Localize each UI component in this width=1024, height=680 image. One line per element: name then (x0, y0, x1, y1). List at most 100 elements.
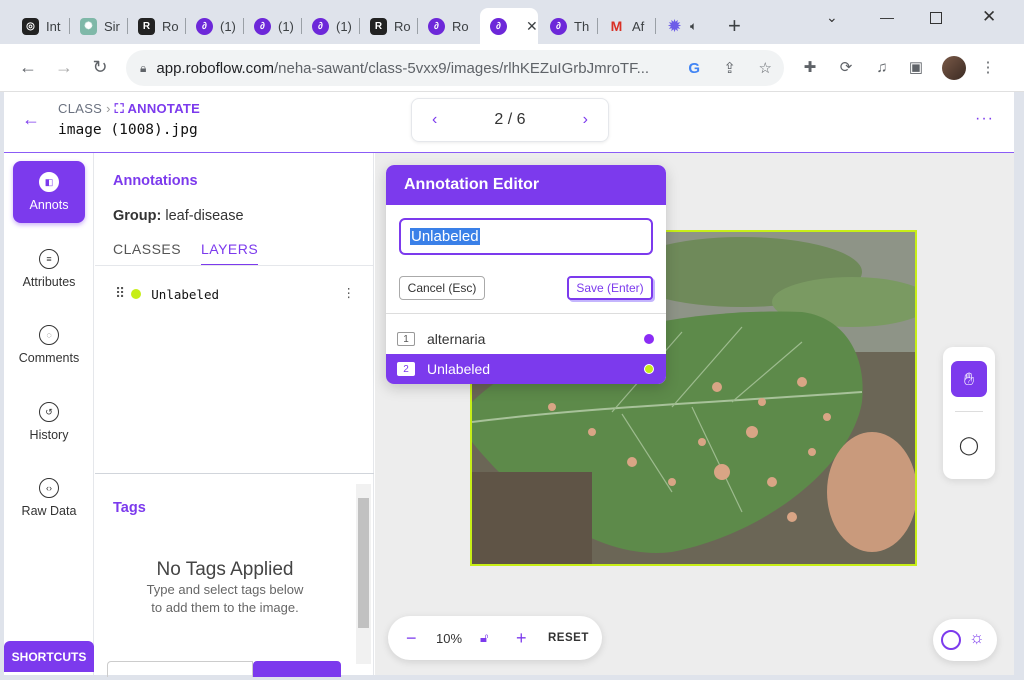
annotations-panel: Annotations Group: leaf-disease CLASSES … (95, 153, 374, 677)
forward-arrow-icon[interactable]: → (52, 55, 76, 79)
image-pager: ‹ 2 / 6 › (411, 98, 609, 142)
browser-tab[interactable]: ∂ Ro (418, 8, 478, 44)
menu-dots-icon[interactable]: ⋮ (978, 57, 998, 77)
add-tag-button[interactable] (253, 661, 341, 677)
star-icon[interactable]: ☆ (759, 59, 772, 77)
annotate-icon: ⛶ (114, 101, 125, 116)
chevron-right-icon[interactable]: › (583, 111, 588, 129)
close-icon[interactable]: ✕ (526, 18, 538, 35)
browser-tab[interactable]: R Ro (128, 8, 186, 44)
back-arrow-icon[interactable]: ← (16, 55, 40, 79)
breadcrumb: CLASS › ⛶ ANNOTATE (58, 101, 201, 116)
maximize-icon[interactable] (930, 12, 942, 24)
theme-toggle: ☼ (933, 619, 997, 661)
browser-tab[interactable]: ◎ Int (12, 8, 70, 44)
reset-zoom-button[interactable]: RESET (548, 632, 589, 644)
browser-tab[interactable]: ∂ (1) (302, 8, 360, 44)
divider (386, 313, 666, 314)
save-button[interactable]: Save (Enter) (567, 276, 653, 300)
sparkle-icon: ✹ (668, 18, 681, 35)
class-color-dot (131, 289, 142, 299)
sidebar-item-attributes[interactable]: ≡ Attributes (13, 238, 85, 300)
r-favicon-icon: R (370, 17, 387, 35)
shortcuts-button[interactable]: SHORTCUTS (4, 641, 94, 672)
scrollbar[interactable] (356, 484, 371, 664)
browser-tab[interactable]: M Af (598, 8, 656, 44)
tab-classes[interactable]: CLASSES (113, 241, 181, 257)
comment-icon[interactable]: ◯ (951, 427, 987, 463)
sidebar-item-history[interactable]: ↺ History (13, 391, 85, 453)
extension-icon[interactable]: ⟳ (836, 57, 856, 77)
lock-icon: 🔒︎ (140, 60, 147, 75)
share-icon[interactable]: ⇪ (723, 59, 736, 77)
browser-tab-strip: ◎ Int ✺ Sir R Ro ∂ (1) ∂ (1) ∂ (1) R Ro ∂ Ro ∂ ✕ … (0, 0, 1024, 44)
roboflow-icon: ∂ (254, 17, 271, 35)
annotations-icon: ◧ (39, 172, 59, 192)
drag-handle-icon[interactable]: ⠿ (115, 286, 125, 302)
tab-layers[interactable]: LAYERS (201, 241, 259, 266)
browser-toolbar: ← → ↻ 🔒︎ app.roboflow.com/neha-sawant/cl… (0, 44, 1024, 92)
browser-tab[interactable]: ✺ Sir (70, 8, 128, 44)
window-close-icon[interactable]: ✕ (982, 7, 996, 27)
hand-icon[interactable]: ✋︎ (951, 361, 987, 397)
browser-tab[interactable]: ✹ 🔈︎ (656, 8, 718, 44)
divider (95, 265, 374, 266)
address-bar[interactable]: 🔒︎ app.roboflow.com/neha-sawant/class-5v… (126, 50, 784, 86)
sun-icon[interactable]: ☼ (969, 628, 985, 648)
tag-input[interactable] (107, 661, 253, 677)
tool-palette: ✋︎ ◯ (943, 347, 995, 479)
class-color-dot (644, 334, 654, 344)
image-filename: image (1008).jpg (58, 122, 198, 138)
chevron-left-icon[interactable]: ‹ (432, 111, 437, 129)
sidebar-item-raw-data[interactable]: ‹› Raw Data (13, 467, 85, 529)
sidebar-item-annots[interactable]: ◧ Annots (13, 161, 85, 223)
zoom-controls: − 10% 🔓︎ + RESET (388, 616, 602, 660)
no-tags-hint: Type and select tags below to add them to… (146, 582, 304, 615)
zoom-in-icon[interactable]: + (516, 628, 527, 649)
window-frame (1014, 92, 1024, 680)
annotation-sidebar: ◧ Annots ≡ Attributes ◌ Comments ↺ Histo… (4, 153, 94, 675)
kebab-menu-icon[interactable]: ⋮ (343, 285, 356, 300)
back-arrow-icon[interactable]: ← (22, 109, 40, 130)
avatar[interactable] (942, 56, 966, 80)
r-favicon-icon: R (138, 17, 155, 35)
history-icon: ↺ (39, 402, 59, 422)
google-icon[interactable]: G (688, 60, 700, 77)
minimize-icon[interactable]: — (880, 9, 894, 25)
browser-tab[interactable]: ∂ Th (540, 8, 598, 44)
zoom-out-icon[interactable]: − (406, 628, 417, 649)
label-input[interactable]: Unlabeled (399, 218, 653, 255)
roboflow-icon: ∂ (490, 17, 507, 35)
media-icon[interactable]: ♫ (872, 57, 892, 77)
annotation-canvas[interactable]: Annotation Editor Unlabeled Cancel (Esc)… (375, 153, 1014, 675)
list-icon: ≡ (39, 249, 59, 269)
group-label: Group: leaf-disease (113, 208, 244, 224)
new-tab-icon[interactable]: + (728, 15, 741, 37)
no-tags-heading: No Tags Applied (156, 559, 294, 580)
browser-tab[interactable]: ∂ (1) (186, 8, 244, 44)
unlock-icon[interactable]: 🔓︎ (480, 630, 488, 646)
roboflow-icon: ∂ (428, 17, 445, 35)
code-icon: ‹› (39, 478, 59, 498)
chevron-down-icon[interactable]: ⌄ (826, 9, 838, 26)
roboflow-icon: ∂ (312, 17, 329, 35)
more-options-icon[interactable]: ··· (975, 110, 994, 128)
browser-tab[interactable]: ∂ (1) (244, 8, 302, 44)
tags-title: Tags (113, 500, 146, 516)
roboflow-icon: ∂ (550, 17, 567, 35)
extensions-icon[interactable]: ✚ (800, 57, 820, 77)
browser-tab-active[interactable]: ∂ ✕ (480, 8, 538, 44)
browser-tab[interactable]: R Ro (360, 8, 418, 44)
class-option-selected[interactable]: 2 Unlabeled (386, 354, 666, 384)
editor-title: Annotation Editor (386, 165, 666, 205)
class-color-dot (644, 364, 654, 374)
roboflow-icon: ∂ (196, 17, 213, 35)
class-option[interactable]: 1 alternaria (386, 324, 666, 354)
cancel-button[interactable]: Cancel (Esc) (399, 276, 485, 300)
dark-mode-icon[interactable] (941, 630, 961, 650)
panel-title: Annotations (113, 173, 198, 189)
sidebar-item-comments[interactable]: ◌ Comments (13, 314, 85, 376)
reload-icon[interactable]: ↻ (88, 55, 112, 79)
layer-item[interactable]: ⠿ Unlabeled ⋮ (115, 285, 355, 303)
sidepanel-icon[interactable]: ▣ (906, 57, 926, 77)
